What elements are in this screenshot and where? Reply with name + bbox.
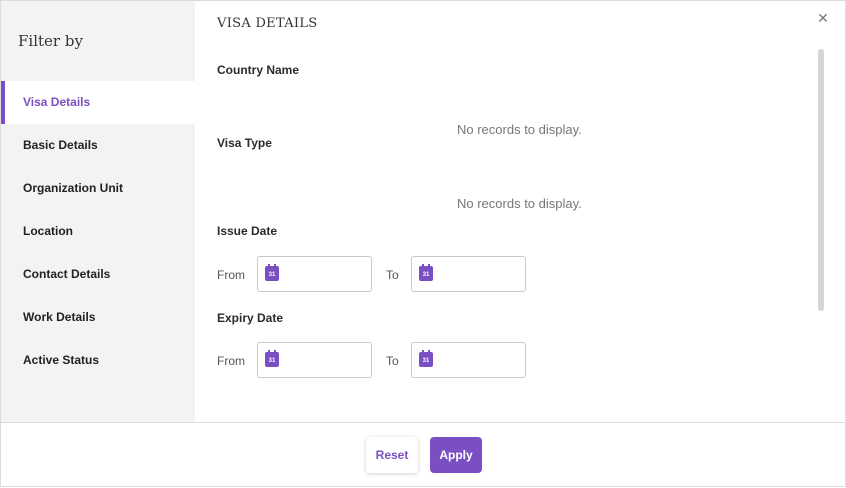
close-icon[interactable]: ✕ bbox=[816, 11, 830, 25]
country-name-label: Country Name bbox=[217, 63, 300, 77]
filter-category-list: Visa Details Basic Details Organization … bbox=[1, 81, 195, 382]
calendar-icon[interactable]: 31 bbox=[265, 264, 279, 281]
filter-content: VISA DETAILS ✕ Country Name No records t… bbox=[195, 1, 845, 422]
visa-type-empty-message: No records to display. bbox=[457, 196, 582, 211]
sidebar-item-contact-details[interactable]: Contact Details bbox=[1, 253, 195, 296]
country-empty-message: No records to display. bbox=[457, 122, 582, 137]
expiry-date-label: Expiry Date bbox=[217, 311, 284, 325]
issue-from-label: From bbox=[217, 268, 245, 282]
sidebar-item-location[interactable]: Location bbox=[1, 210, 195, 253]
apply-button[interactable]: Apply bbox=[430, 437, 482, 473]
content-scrollbar[interactable] bbox=[818, 49, 824, 311]
issue-date-from-input[interactable]: 31 bbox=[257, 256, 372, 292]
reset-button[interactable]: Reset bbox=[366, 437, 418, 473]
issue-date-label: Issue Date bbox=[217, 224, 278, 238]
sidebar-title: Filter by bbox=[18, 32, 83, 50]
calendar-icon-day: 31 bbox=[268, 358, 276, 364]
sidebar-item-visa-details[interactable]: Visa Details bbox=[1, 81, 195, 124]
filter-sidebar: Filter by Visa Details Basic Details Org… bbox=[1, 1, 195, 422]
sidebar-item-basic-details[interactable]: Basic Details bbox=[1, 124, 195, 167]
expiry-date-from-input[interactable]: 31 bbox=[257, 342, 372, 378]
expiry-from-label: From bbox=[217, 354, 245, 368]
sidebar-item-organization-unit[interactable]: Organization Unit bbox=[1, 167, 195, 210]
dialog-footer: Reset Apply bbox=[1, 422, 846, 488]
issue-to-label: To bbox=[386, 268, 399, 282]
calendar-icon[interactable]: 31 bbox=[265, 350, 279, 367]
issue-date-to-input[interactable]: 31 bbox=[411, 256, 526, 292]
calendar-icon[interactable]: 31 bbox=[419, 264, 433, 281]
sidebar-item-active-status[interactable]: Active Status bbox=[1, 339, 195, 382]
visa-type-label: Visa Type bbox=[217, 136, 272, 150]
calendar-icon-day: 31 bbox=[268, 272, 276, 278]
calendar-icon[interactable]: 31 bbox=[419, 350, 433, 367]
calendar-icon-day: 31 bbox=[422, 272, 430, 278]
sidebar-item-work-details[interactable]: Work Details bbox=[1, 296, 195, 339]
calendar-icon-day: 31 bbox=[422, 358, 430, 364]
expiry-date-to-input[interactable]: 31 bbox=[411, 342, 526, 378]
expiry-to-label: To bbox=[386, 354, 399, 368]
filter-dialog: Filter by Visa Details Basic Details Org… bbox=[0, 0, 846, 487]
section-title: VISA DETAILS bbox=[217, 16, 318, 31]
